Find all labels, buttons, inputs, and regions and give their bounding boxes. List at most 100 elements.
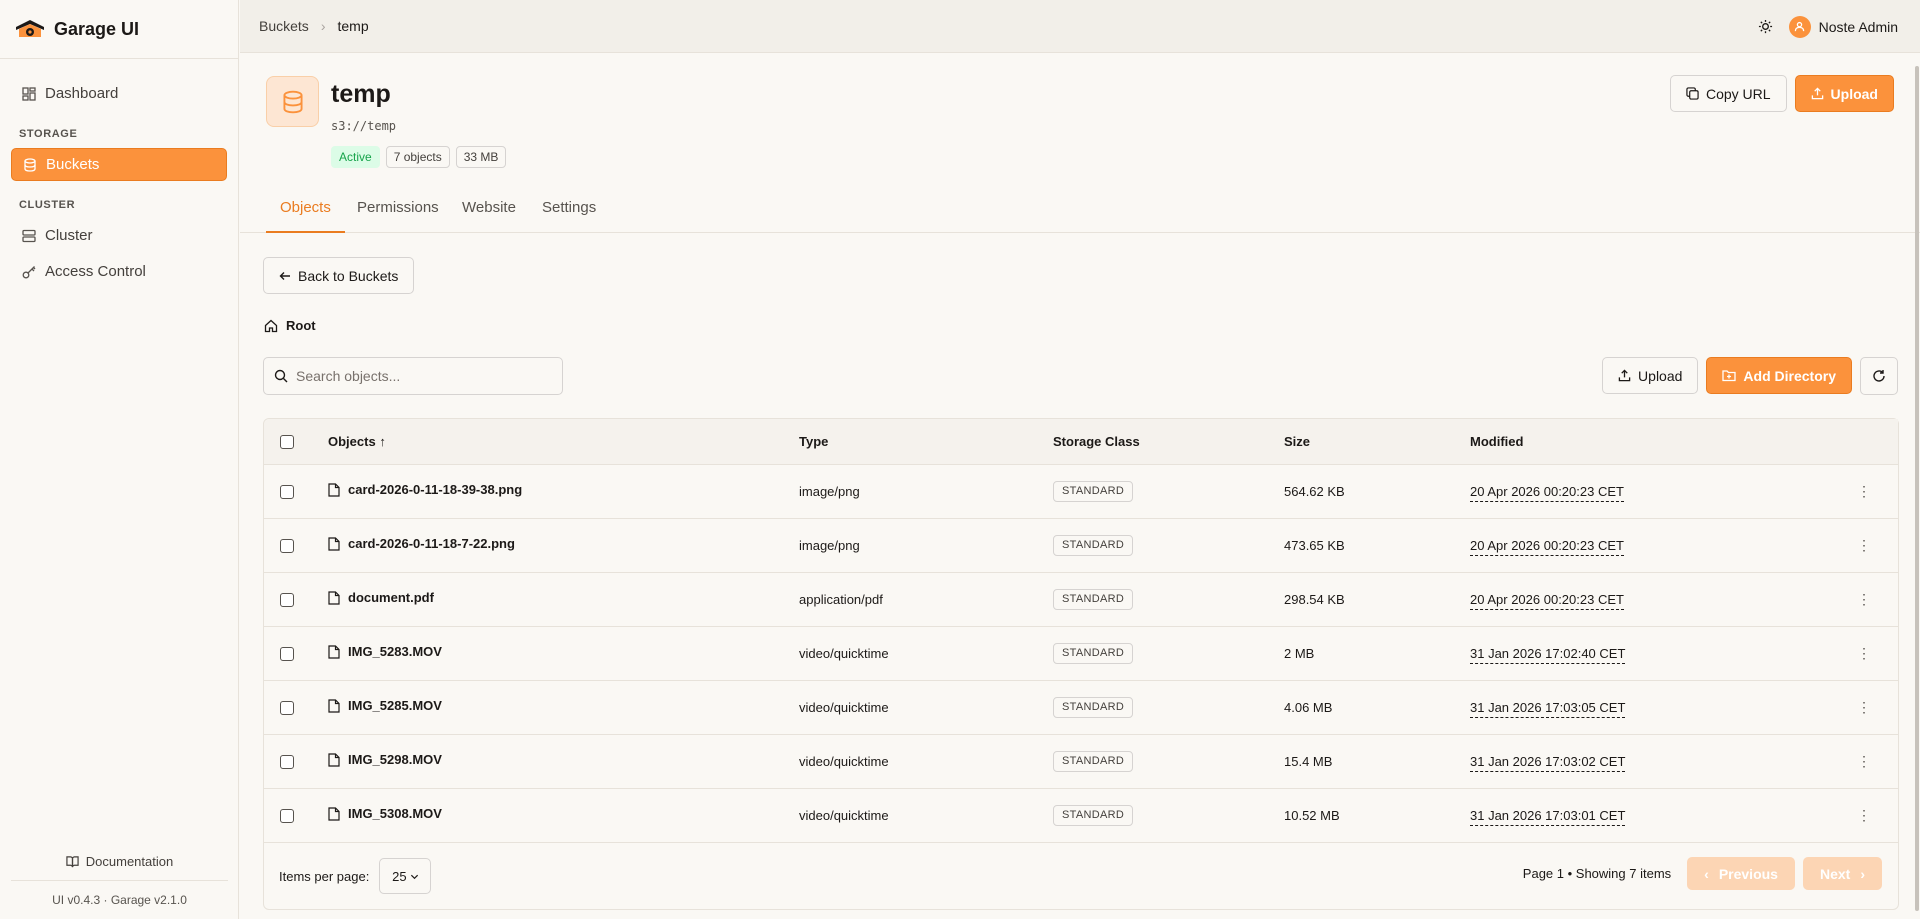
- back-to-buckets-button[interactable]: Back to Buckets: [263, 257, 415, 294]
- file-size: 298.54 KB: [1284, 572, 1470, 627]
- sidebar-item-label: Dashboard: [45, 85, 119, 102]
- select-all-checkbox[interactable]: [280, 435, 294, 450]
- upload-objects-label: Upload: [1638, 367, 1683, 384]
- column-objects-label: Objects: [328, 433, 376, 449]
- row-checkbox[interactable]: [280, 700, 294, 715]
- user-menu[interactable]: Noste Admin: [1788, 15, 1898, 38]
- table-row[interactable]: card-2026-0-11-18-7-22.png image/png STA…: [264, 518, 1898, 573]
- more-vertical-icon[interactable]: ⋮: [1854, 537, 1874, 554]
- column-size[interactable]: Size: [1284, 419, 1470, 465]
- file-name[interactable]: IMG_5308.MOV: [348, 806, 442, 821]
- page-info: Page 1 • Showing 7 items: [1522, 866, 1672, 881]
- column-storage-class[interactable]: Storage Class: [1053, 419, 1284, 465]
- items-per-page-value: 25: [392, 868, 407, 884]
- copy-url-label: Copy URL: [1705, 85, 1771, 102]
- file-name[interactable]: IMG_5285.MOV: [348, 698, 442, 713]
- more-vertical-icon[interactable]: ⋮: [1854, 807, 1874, 824]
- tab-settings[interactable]: Settings: [542, 199, 596, 233]
- bucket-badges: Active 7 objects 33 MB: [331, 146, 507, 168]
- tab-objects[interactable]: Objects: [266, 199, 345, 233]
- file-type: application/pdf: [799, 572, 1053, 627]
- root-label: Root: [286, 318, 316, 333]
- previous-button[interactable]: ‹ Previous: [1687, 857, 1795, 890]
- file-name[interactable]: card-2026-0-11-18-7-22.png: [348, 536, 515, 551]
- status-badge: Active: [331, 146, 380, 168]
- top-right-controls: Noste Admin: [1758, 0, 1898, 53]
- documentation-label: Documentation: [85, 853, 174, 869]
- row-checkbox[interactable]: [280, 592, 294, 607]
- column-type[interactable]: Type: [799, 419, 1053, 465]
- column-modified[interactable]: Modified: [1470, 419, 1854, 465]
- sidebar-item-buckets[interactable]: Buckets: [11, 148, 227, 181]
- documentation-link[interactable]: Documentation: [0, 850, 239, 872]
- sidebar: Garage UI Dashboard STORAGE Buckets CLUS…: [0, 0, 239, 919]
- sidebar-item-label: Cluster: [45, 227, 93, 244]
- items-per-page-select[interactable]: 25: [379, 858, 432, 894]
- row-checkbox[interactable]: [280, 646, 294, 661]
- database-icon: [282, 90, 303, 113]
- sidebar-item-cluster[interactable]: Cluster: [11, 219, 227, 252]
- row-checkbox[interactable]: [280, 538, 294, 553]
- row-checkbox[interactable]: [280, 484, 294, 499]
- chevron-right-icon: ›: [320, 18, 326, 34]
- table-row[interactable]: IMG_5285.MOV video/quicktime STANDARD 4.…: [264, 680, 1898, 735]
- more-vertical-icon[interactable]: ⋮: [1854, 483, 1874, 500]
- file-size: 473.65 KB: [1284, 518, 1470, 573]
- column-actions: [1854, 419, 1898, 465]
- row-checkbox[interactable]: [280, 754, 294, 769]
- avatar: [1788, 15, 1811, 38]
- app-name: Garage UI: [54, 18, 140, 39]
- sun-icon[interactable]: [1758, 19, 1773, 34]
- path-breadcrumb[interactable]: Root: [264, 318, 316, 333]
- file-name[interactable]: document.pdf: [348, 590, 434, 605]
- file-type: image/png: [799, 518, 1053, 573]
- row-checkbox[interactable]: [280, 808, 294, 823]
- file-icon: [328, 645, 340, 659]
- table-row[interactable]: IMG_5308.MOV video/quicktime STANDARD 10…: [264, 788, 1898, 843]
- table-row[interactable]: IMG_5298.MOV video/quicktime STANDARD 15…: [264, 734, 1898, 789]
- refresh-button[interactable]: [1860, 357, 1898, 395]
- more-vertical-icon[interactable]: ⋮: [1854, 591, 1874, 608]
- file-name[interactable]: card-2026-0-11-18-39-38.png: [348, 482, 522, 497]
- add-directory-button[interactable]: Add Directory: [1706, 357, 1852, 394]
- sidebar-item-access-control[interactable]: Access Control: [11, 255, 227, 288]
- brand[interactable]: Garage UI: [0, 0, 238, 59]
- scrollbar[interactable]: [1912, 66, 1920, 911]
- bucket-path: s3://temp: [331, 119, 397, 133]
- sidebar-item-dashboard[interactable]: Dashboard: [11, 77, 227, 110]
- table-row[interactable]: card-2026-0-11-18-39-38.png image/png ST…: [264, 464, 1898, 519]
- search-input[interactable]: [296, 368, 546, 384]
- file-size: 4.06 MB: [1284, 680, 1470, 735]
- file-icon: [328, 591, 340, 605]
- next-button[interactable]: Next ›: [1802, 857, 1882, 890]
- upload-button[interactable]: Upload: [1794, 75, 1894, 112]
- breadcrumb-buckets[interactable]: Buckets: [259, 18, 309, 34]
- breadcrumb-current: temp: [337, 18, 369, 34]
- more-vertical-icon[interactable]: ⋮: [1854, 753, 1874, 770]
- more-vertical-icon[interactable]: ⋮: [1854, 699, 1874, 716]
- file-type: video/quicktime: [799, 626, 1053, 681]
- table-row[interactable]: IMG_5283.MOV video/quicktime STANDARD 2 …: [264, 626, 1898, 681]
- column-objects[interactable]: Objects ↑: [328, 419, 799, 465]
- copy-url-button[interactable]: Copy URL: [1669, 75, 1787, 112]
- file-name[interactable]: IMG_5298.MOV: [348, 752, 442, 767]
- more-vertical-icon[interactable]: ⋮: [1854, 645, 1874, 662]
- upload-icon: [1811, 87, 1823, 100]
- arrow-left-icon: [279, 271, 290, 280]
- book-icon: [66, 855, 79, 867]
- file-size: 15.4 MB: [1284, 734, 1470, 789]
- database-icon: [24, 157, 36, 172]
- file-name[interactable]: IMG_5283.MOV: [348, 644, 442, 659]
- upload-objects-button[interactable]: Upload: [1602, 357, 1699, 394]
- search-icon: [274, 369, 288, 383]
- table-row[interactable]: document.pdf application/pdf STANDARD 29…: [264, 572, 1898, 627]
- scrollbar-thumb[interactable]: [1915, 66, 1919, 911]
- file-modified: 20 Apr 2026 00:20:23 CET: [1470, 537, 1624, 556]
- tab-permissions[interactable]: Permissions: [357, 199, 439, 233]
- garage-logo-icon: [16, 20, 44, 37]
- file-modified: 31 Jan 2026 17:03:05 CET: [1470, 699, 1626, 718]
- file-icon: [328, 753, 340, 767]
- tab-website[interactable]: Website: [462, 199, 516, 233]
- top-bar: Buckets › temp Noste Admin: [240, 0, 1920, 53]
- file-icon: [328, 699, 340, 713]
